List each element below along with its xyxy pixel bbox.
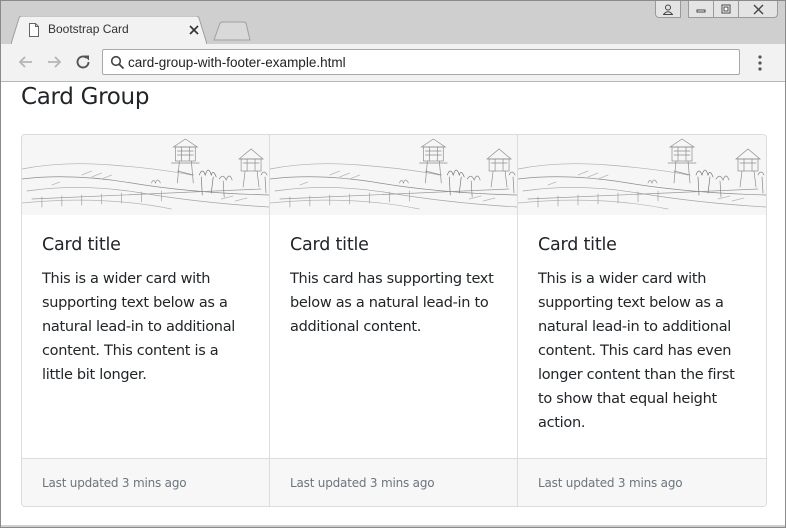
page-content: Card Group Card title This is a wider ca…: [1, 82, 785, 527]
maximize-icon: [721, 4, 731, 14]
card-body: Card title This card has supporting text…: [290, 235, 499, 339]
card-footer-text: Last updated 3 mins ago: [290, 476, 435, 490]
card: Card title This card has supporting text…: [270, 135, 518, 506]
window-controls: [655, 1, 778, 19]
arrow-left-icon[interactable]: [17, 53, 35, 71]
maximize-button[interactable]: [713, 1, 739, 18]
sketch-landscape-image: [22, 135, 269, 215]
card-footer: Last updated 3 mins ago: [518, 458, 766, 506]
card-title: Card title: [290, 235, 369, 255]
card-footer-text: Last updated 3 mins ago: [42, 476, 187, 490]
minimize-button[interactable]: [688, 1, 714, 18]
card-footer-text: Last updated 3 mins ago: [538, 476, 683, 490]
card-footer: Last updated 3 mins ago: [270, 458, 517, 506]
card-text: This is a wider card with supporting tex…: [42, 271, 236, 383]
browser-toolbar: [1, 44, 785, 82]
address-bar[interactable]: [102, 49, 740, 75]
sketch-landscape-image: [270, 135, 517, 215]
user-button[interactable]: [655, 1, 681, 18]
card-title: Card title: [42, 235, 121, 255]
browser-window: Bootstrap Card card-group-with-footer-ex…: [0, 0, 786, 528]
window-bottom-border: [1, 525, 785, 527]
address-input[interactable]: [128, 53, 728, 71]
card-title: Card title: [538, 235, 617, 255]
tab-title: Bootstrap Card: [48, 22, 129, 36]
search-icon: [110, 55, 125, 70]
browser-tab[interactable]: Bootstrap Card: [11, 16, 207, 44]
sketch-landscape-image: [518, 135, 766, 215]
card-text: This is a wider card with supporting tex…: [538, 271, 735, 431]
window-close-icon: [753, 4, 763, 14]
user-icon: [663, 4, 673, 15]
kebab-menu-icon[interactable]: [753, 54, 767, 72]
window-close-button[interactable]: [738, 1, 778, 18]
file-icon: [29, 23, 39, 37]
card-body: Card title This is a wider card with sup…: [42, 235, 251, 387]
title-bar: Bootstrap Card: [1, 1, 785, 44]
minimize-icon: [696, 9, 706, 13]
card: Card title This is a wider card with sup…: [22, 135, 270, 506]
card-text: This card has supporting text below as a…: [290, 271, 494, 335]
page-title: Card Group: [21, 84, 150, 110]
new-tab-button[interactable]: [213, 21, 251, 41]
card-body: Card title This is a wider card with sup…: [538, 235, 748, 435]
card: Card title This is a wider card with sup…: [518, 135, 766, 506]
card-footer: Last updated 3 mins ago: [22, 458, 269, 506]
arrow-right-icon[interactable]: [45, 53, 63, 71]
close-icon[interactable]: [187, 23, 201, 37]
reload-icon[interactable]: [74, 53, 92, 71]
card-group: Card title This is a wider card with sup…: [21, 134, 767, 507]
